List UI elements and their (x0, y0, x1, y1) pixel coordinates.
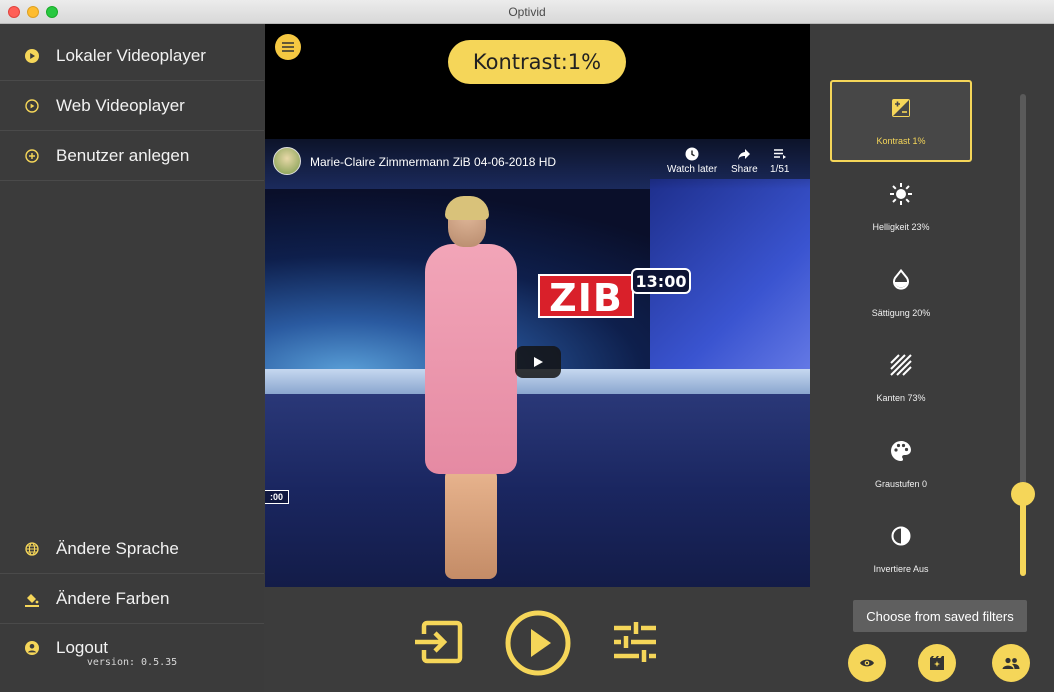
filter-saturation[interactable]: Sättigung 20% (830, 252, 972, 334)
video-floor (265, 394, 810, 587)
play-circle-filled-icon (24, 48, 40, 64)
eye-icon (860, 659, 874, 667)
playlist-count: 1/51 (770, 164, 790, 175)
share-label: Share (731, 164, 758, 175)
filter-grayscale[interactable]: Graustufen 0 (830, 423, 972, 505)
sidebar-item-label: Ändere Farben (56, 588, 170, 608)
sidebar-item-create-user[interactable]: Benutzer anlegen (0, 131, 264, 181)
sidebar-item-label: Ändere Sprache (56, 538, 179, 558)
filter-label: Invertiere Aus (873, 564, 929, 574)
zib-time-badge: 13:00 (631, 268, 691, 294)
sidebar-item-label: Logout (56, 638, 108, 657)
zib-logo: ZIB (538, 274, 634, 320)
saved-filters-button[interactable] (918, 644, 956, 682)
movie-filter-icon (930, 656, 944, 670)
saturation-drop-icon (892, 268, 910, 292)
filter-settings-button[interactable] (611, 620, 659, 664)
channel-avatar[interactable] (273, 147, 301, 175)
share-button[interactable]: Share (731, 147, 758, 175)
filter-invert[interactable]: Invertiere Aus (830, 508, 972, 590)
people-icon (1002, 657, 1020, 669)
side-time-badge: :00 (265, 490, 289, 504)
sidebar-item-label: Benutzer anlegen (56, 145, 190, 165)
watch-later-label: Watch later (667, 164, 718, 175)
contrast-indicator: Kontrast:1% (448, 40, 626, 84)
open-input-button[interactable] (413, 617, 463, 667)
presenter-hair (445, 196, 489, 220)
slider-thumb[interactable] (1011, 482, 1035, 506)
title-bar: Optivid (0, 0, 1054, 24)
contrast-adjust-icon (891, 96, 911, 120)
presenter-body (425, 244, 517, 474)
invert-icon (891, 524, 911, 548)
filter-brightness[interactable]: Helligkeit 23% (830, 166, 972, 248)
presenter-legs (445, 469, 497, 579)
filter-label: Graustufen 0 (874, 479, 928, 489)
account-circle-icon (24, 640, 40, 656)
playlist-button[interactable]: 1/51 (770, 147, 789, 175)
sliders-icon (614, 622, 656, 662)
play-circle-outline-icon (24, 98, 40, 114)
sidebar-item-change-colors[interactable]: Ändere Farben (0, 574, 264, 624)
brightness-icon (889, 182, 913, 206)
window-title: Optivid (508, 5, 546, 19)
filter-contrast[interactable]: Kontrast 1% (830, 80, 972, 162)
hamburger-icon (282, 42, 294, 52)
play-circle-icon (505, 610, 571, 676)
filter-label: Helligkeit 23% (872, 222, 930, 232)
sidebar: Lokaler Videoplayer Web Videoplayer Benu… (0, 24, 264, 692)
player-controls (265, 587, 810, 692)
users-button[interactable] (992, 644, 1030, 682)
sidebar-item-local-videoplayer[interactable]: Lokaler Videoplayer (0, 31, 264, 81)
sidebar-item-label: Web Videoplayer (56, 95, 185, 115)
clock-icon (685, 147, 699, 161)
saved-filters-tooltip: Choose from saved filters (853, 600, 1027, 632)
filter-edges[interactable]: Kanten 73% (830, 337, 972, 419)
filter-panel: Kontrast 1% Helligkeit 23% Sättigung 20%… (810, 24, 1054, 692)
embedded-video[interactable]: ZIB 13:00 :00 Marie-Claire Zimmermann Zi… (265, 139, 810, 587)
globe-icon (24, 541, 40, 557)
sidebar-item-web-videoplayer[interactable]: Web Videoplayer (0, 81, 264, 131)
app-window: Optivid Lokaler Videoplayer Web Videopla… (0, 0, 1054, 692)
watch-later-button[interactable]: Watch later (667, 147, 717, 175)
view-button[interactable] (848, 644, 886, 682)
paint-bucket-icon (24, 591, 40, 607)
version-label: version: 0.5.35 (86, 657, 178, 668)
filter-label: Sättigung 20% (871, 308, 931, 318)
share-arrow-icon (738, 149, 751, 160)
play-icon (534, 357, 543, 367)
input-icon (415, 620, 463, 664)
sidebar-item-label: Lokaler Videoplayer (56, 45, 206, 65)
filter-label: Kontrast 1% (876, 136, 926, 146)
video-title[interactable]: Marie-Claire Zimmermann ZiB 04-06-2018 H… (310, 155, 556, 169)
video-area: Kontrast:1% ZIB 13:00 :00 Marie-Claire Z… (265, 24, 810, 692)
edges-hatch-icon (890, 353, 912, 377)
play-button[interactable] (504, 609, 572, 677)
menu-button[interactable] (275, 34, 301, 60)
filter-label: Kanten 73% (876, 393, 926, 403)
add-circle-outline-icon (24, 148, 40, 164)
palette-icon (890, 439, 912, 463)
video-play-button[interactable] (515, 346, 561, 378)
sidebar-item-change-language[interactable]: Ändere Sprache (0, 524, 264, 574)
slider-fill (1020, 494, 1026, 576)
playlist-icon (773, 149, 786, 159)
